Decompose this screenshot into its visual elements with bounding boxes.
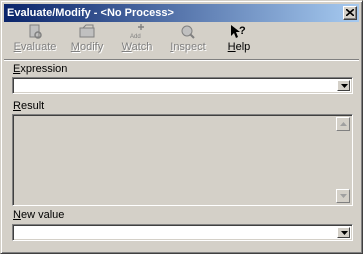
- result-label: Result: [13, 100, 45, 112]
- result-text-area: [12, 114, 353, 206]
- inspect-label: Inspect: [170, 41, 206, 53]
- scroll-down-button[interactable]: [336, 189, 350, 203]
- evaluate-modify-dialog: Evaluate/Modify - <No Process> Evaluate …: [0, 0, 363, 254]
- evaluate-label: Evaluate: [13, 41, 57, 53]
- modify-label: Modify: [70, 41, 104, 53]
- expression-label: Expression: [13, 63, 68, 75]
- svg-text:?: ?: [239, 25, 246, 37]
- close-icon: [346, 9, 354, 16]
- evaluate-icon: [29, 24, 42, 39]
- new-value-label: New value: [13, 209, 65, 221]
- svg-text:Add: Add: [130, 34, 141, 40]
- inspect-button[interactable]: Inspect: [168, 23, 208, 57]
- expression-combobox[interactable]: [12, 77, 353, 94]
- evaluate-button[interactable]: Evaluate: [12, 23, 58, 57]
- expression-dropdown-button[interactable]: [337, 80, 350, 91]
- add-watch-icon: Add: [130, 24, 144, 40]
- chevron-down-icon: [341, 231, 348, 235]
- toolbar-separator: [4, 59, 359, 61]
- scroll-up-button[interactable]: [336, 117, 350, 131]
- window-title: Evaluate/Modify - <No Process>: [7, 7, 174, 19]
- inspect-icon: [181, 25, 195, 39]
- chevron-down-icon: [340, 194, 347, 198]
- new-value-dropdown-button[interactable]: [337, 227, 350, 238]
- toolbar: Evaluate Modify Add Watch Inspect ? Help: [4, 23, 359, 59]
- watch-button[interactable]: Add Watch: [118, 23, 156, 57]
- chevron-down-icon: [341, 84, 348, 88]
- chevron-up-icon: [340, 122, 347, 126]
- new-value-combobox[interactable]: [12, 224, 353, 241]
- help-label: Help: [227, 41, 251, 53]
- watch-label: Watch: [121, 41, 153, 53]
- result-scrollbar[interactable]: [336, 117, 350, 203]
- help-pointer-icon: ?: [231, 25, 246, 38]
- title-bar[interactable]: Evaluate/Modify - <No Process>: [4, 4, 359, 22]
- modify-icon: [79, 24, 95, 38]
- help-button[interactable]: ? Help: [224, 23, 254, 57]
- modify-button[interactable]: Modify: [68, 23, 106, 57]
- close-button[interactable]: [343, 6, 357, 20]
